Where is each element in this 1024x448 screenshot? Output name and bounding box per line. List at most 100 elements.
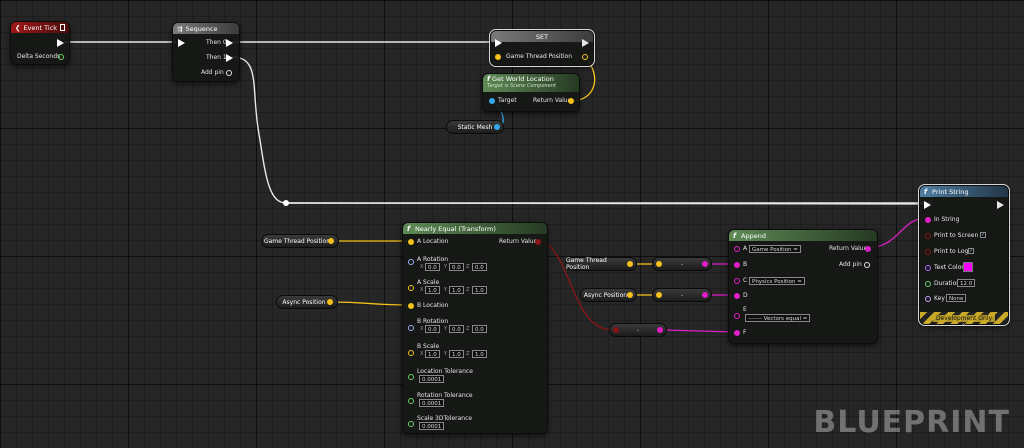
print-log-checkbox[interactable]: ✓ xyxy=(968,248,974,254)
append-add-pin-button[interactable]: Add pin xyxy=(839,261,870,268)
conv1-out-pin[interactable] xyxy=(702,261,708,267)
gtp2-pin[interactable] xyxy=(627,261,633,267)
append-d-pin[interactable] xyxy=(734,293,740,299)
print-exec-out-pin[interactable] xyxy=(997,201,1004,209)
ne-a-rot-y-field[interactable]: 0.0 xyxy=(449,263,464,271)
append-b-pin[interactable] xyxy=(734,262,740,268)
conv3-out-pin[interactable] xyxy=(657,327,663,333)
append-c-field[interactable]: Physics Position = xyxy=(749,277,805,285)
print-log-pin[interactable] xyxy=(925,249,931,255)
bool-to-string-node[interactable]: • xyxy=(609,323,667,337)
ne-scale-tol-field[interactable]: 0.0001 xyxy=(419,422,445,430)
ne-a-scale-x-field[interactable]: 1.0 xyxy=(425,286,440,294)
ne-b-scale-z-field[interactable]: 1.0 xyxy=(472,350,487,358)
ne-a-scale-y-field[interactable]: 1.0 xyxy=(449,286,464,294)
vector-to-string-node-2[interactable]: • xyxy=(652,288,712,302)
get-world-location-node[interactable]: f Get World Location Target is Scene Comp… xyxy=(482,73,580,112)
print-string-node[interactable]: f Print String In String Print to Screen… xyxy=(918,184,1010,330)
append-c-pin[interactable] xyxy=(734,278,740,284)
ne-a-rotation-pin[interactable] xyxy=(408,259,414,265)
set-var-pin[interactable] xyxy=(495,54,501,60)
ne-loc-tol-field[interactable]: 0.0001 xyxy=(419,375,445,383)
gwl-target-pin[interactable] xyxy=(489,98,495,104)
ne-a-rot-y-label: Y xyxy=(444,264,448,270)
async2-pin[interactable] xyxy=(627,292,633,298)
ne-b-rot-z-field[interactable]: 0.0 xyxy=(472,325,487,333)
ne-a-location-pin[interactable] xyxy=(408,239,414,245)
print-key-field[interactable]: None xyxy=(946,294,967,302)
print-text-color-label: Text Color xyxy=(934,264,964,271)
ne-b-rot-y-field[interactable]: 0.0 xyxy=(449,325,464,333)
sequence-add-pin-button[interactable]: Add pin xyxy=(201,69,232,76)
async-position-var-node-2[interactable]: Async Position xyxy=(580,288,637,302)
append-e-pin[interactable] xyxy=(734,313,740,319)
print-screen-checkbox[interactable]: ✓ xyxy=(980,232,986,238)
ne-a-rot-z-field[interactable]: 0.0 xyxy=(472,263,487,271)
print-duration-pin[interactable] xyxy=(925,281,931,287)
append-f-pin[interactable] xyxy=(734,330,740,336)
print-exec-in-pin[interactable] xyxy=(924,201,931,209)
append-a-label: A xyxy=(743,245,748,252)
static-mesh-pin[interactable] xyxy=(494,124,500,130)
conv2-out-pin[interactable] xyxy=(702,292,708,298)
async-pin[interactable] xyxy=(327,299,333,305)
game-thread-position-var-node[interactable]: Game Thread Position xyxy=(261,234,339,248)
ne-header: f Nearly Equal (Transform) xyxy=(403,223,547,234)
ne-b-scale-pin[interactable] xyxy=(408,350,414,356)
conv2-dot: • xyxy=(680,292,684,298)
append-return-pin[interactable] xyxy=(865,246,871,252)
event-tick-exec-out-pin[interactable] xyxy=(57,39,64,47)
then0-pin[interactable] xyxy=(226,39,233,47)
ne-scale-tol-pin[interactable] xyxy=(408,421,414,427)
nearly-equal-transform-node[interactable]: f Nearly Equal (Transform) A Location Re… xyxy=(402,222,548,434)
ne-b-scale-y-field[interactable]: 1.0 xyxy=(449,350,464,358)
ne-rot-tol-field[interactable]: 0.0001 xyxy=(419,399,445,407)
ne-loc-tol-pin[interactable] xyxy=(408,374,414,380)
collapse-chevron-icon[interactable]: ⌃ xyxy=(961,323,966,330)
gtp-label: Game Thread Position xyxy=(263,237,331,245)
set-node[interactable]: SET Game Thread Position xyxy=(489,29,595,67)
print-text-color-pin[interactable] xyxy=(925,265,931,271)
append-b-label: B xyxy=(743,261,748,268)
set-exec-in-pin[interactable] xyxy=(495,39,502,47)
conv2-in-pin[interactable] xyxy=(656,292,662,298)
gwl-return-pin[interactable] xyxy=(568,98,574,104)
append-a-pin[interactable] xyxy=(734,246,740,252)
game-thread-position-var-node-2[interactable]: Game Thread Position xyxy=(565,257,637,271)
ne-b-scale-x-label: X xyxy=(420,351,424,357)
append-e-field[interactable]: ------- Vectors equal = xyxy=(745,314,811,322)
ne-b-scale-x-field[interactable]: 1.0 xyxy=(425,350,440,358)
vector-to-string-node-1[interactable]: • xyxy=(652,257,712,271)
event-tick-node[interactable]: ❮ Event Tick Delta Seconds xyxy=(10,21,70,65)
append-a-field[interactable]: Game Position = xyxy=(749,245,801,253)
print-in-string-pin[interactable] xyxy=(925,217,931,223)
ne-b-rot-x-field[interactable]: 0.0 xyxy=(425,325,440,333)
ne-rot-tol-pin[interactable] xyxy=(408,398,414,404)
sequence-node[interactable]: ⇶ Sequence Then 0 Then 1 Add pin xyxy=(172,22,240,82)
ne-a-scale-z-field[interactable]: 1.0 xyxy=(472,286,487,294)
print-text-color-swatch[interactable] xyxy=(963,262,973,272)
append-c-label: C xyxy=(743,277,748,284)
ne-b-scale-z-label: Z xyxy=(466,351,470,357)
ne-return-pin[interactable] xyxy=(535,239,541,245)
gtp-pin[interactable] xyxy=(328,238,334,244)
print-duration-field[interactable]: 12.0 xyxy=(957,279,976,287)
print-screen-pin[interactable] xyxy=(925,233,931,239)
ne-b-location-pin[interactable] xyxy=(408,303,414,309)
conv3-in-pin[interactable] xyxy=(613,327,619,333)
then1-pin[interactable] xyxy=(226,54,233,62)
set-exec-out-pin[interactable] xyxy=(582,39,589,47)
append-node[interactable]: f Append A Game Position = Return Value … xyxy=(728,229,878,344)
set-var-out-pin[interactable] xyxy=(582,54,588,60)
ne-a-rot-x-field[interactable]: 0.0 xyxy=(425,263,440,271)
sequence-exec-in-pin[interactable] xyxy=(178,39,185,47)
conv1-in-pin[interactable] xyxy=(656,261,662,267)
ne-b-rotation-pin[interactable] xyxy=(408,325,414,331)
static-mesh-var-node[interactable]: Static Mesh xyxy=(446,120,504,134)
development-only-label: Development Only xyxy=(932,314,996,322)
async-position-var-node[interactable]: Async Position xyxy=(276,295,338,309)
ne-a-scale-pin[interactable] xyxy=(408,285,414,291)
print-key-pin[interactable] xyxy=(925,296,931,302)
delta-seconds-pin[interactable] xyxy=(58,54,64,60)
append-add-pin-label: Add pin xyxy=(839,261,862,268)
